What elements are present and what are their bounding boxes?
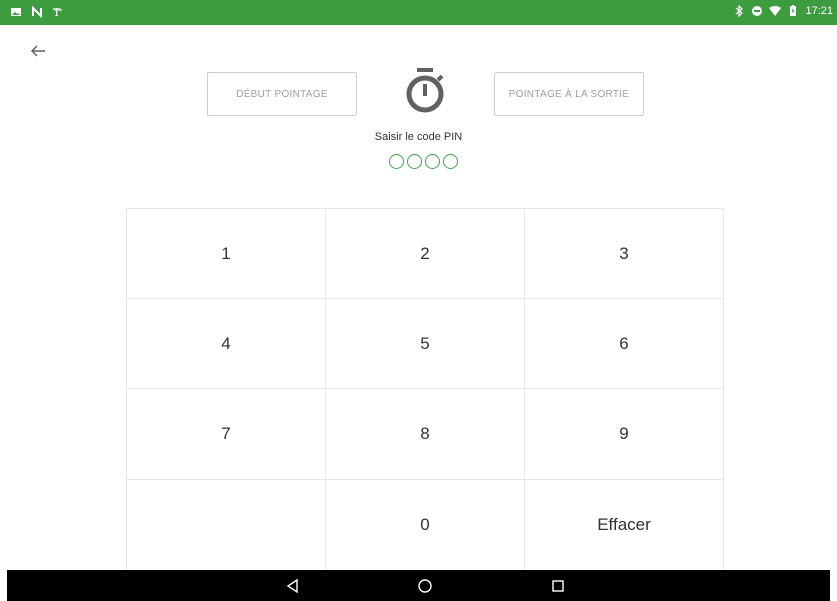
- dnd-icon: [752, 6, 763, 16]
- edge: [0, 570, 7, 601]
- svg-text:T: T: [53, 6, 61, 18]
- n-app-icon: [32, 6, 42, 18]
- pin-dot: [443, 154, 458, 169]
- clock-out-button[interactable]: POINTAGE À LA SORTIE: [494, 72, 644, 116]
- stopwatch-icon: [406, 68, 444, 113]
- key-1[interactable]: 1: [127, 209, 326, 299]
- key-0[interactable]: 0: [326, 480, 525, 571]
- key-8[interactable]: 8: [326, 389, 525, 480]
- status-bar: T 17:21: [0, 0, 837, 25]
- key-4[interactable]: 4: [127, 299, 326, 389]
- start-clock-in-button[interactable]: DÉBUT POINTAGE: [207, 72, 357, 116]
- wifi-icon: [769, 6, 782, 16]
- key-empty: [127, 480, 326, 571]
- navigation-bar: [7, 570, 830, 601]
- key-5[interactable]: 5: [326, 299, 525, 389]
- pin-dot: [407, 154, 422, 169]
- key-7[interactable]: 7: [127, 389, 326, 480]
- key-9[interactable]: 9: [525, 389, 724, 480]
- back-triangle-icon[interactable]: [285, 578, 301, 594]
- nyt-icon: T: [53, 6, 62, 18]
- pin-dot: [389, 154, 404, 169]
- clock: 17:21: [805, 5, 833, 17]
- pin-indicator: [389, 154, 458, 169]
- key-6[interactable]: 6: [525, 299, 724, 389]
- key-3[interactable]: 3: [525, 209, 724, 299]
- pin-dot: [425, 154, 440, 169]
- clear-button[interactable]: Effacer: [525, 480, 724, 571]
- pin-prompt: Saisir le code PIN: [374, 131, 463, 143]
- battery-icon: [790, 5, 797, 16]
- home-circle-icon[interactable]: [417, 578, 433, 594]
- key-2[interactable]: 2: [326, 209, 525, 299]
- bluetooth-icon: [736, 5, 744, 17]
- pin-keypad: 1 2 3 4 5 6 7 8 9 0 Effacer: [126, 208, 724, 571]
- image-icon: [11, 8, 21, 16]
- recents-square-icon[interactable]: [550, 578, 566, 594]
- arrow-left-icon[interactable]: [27, 40, 49, 62]
